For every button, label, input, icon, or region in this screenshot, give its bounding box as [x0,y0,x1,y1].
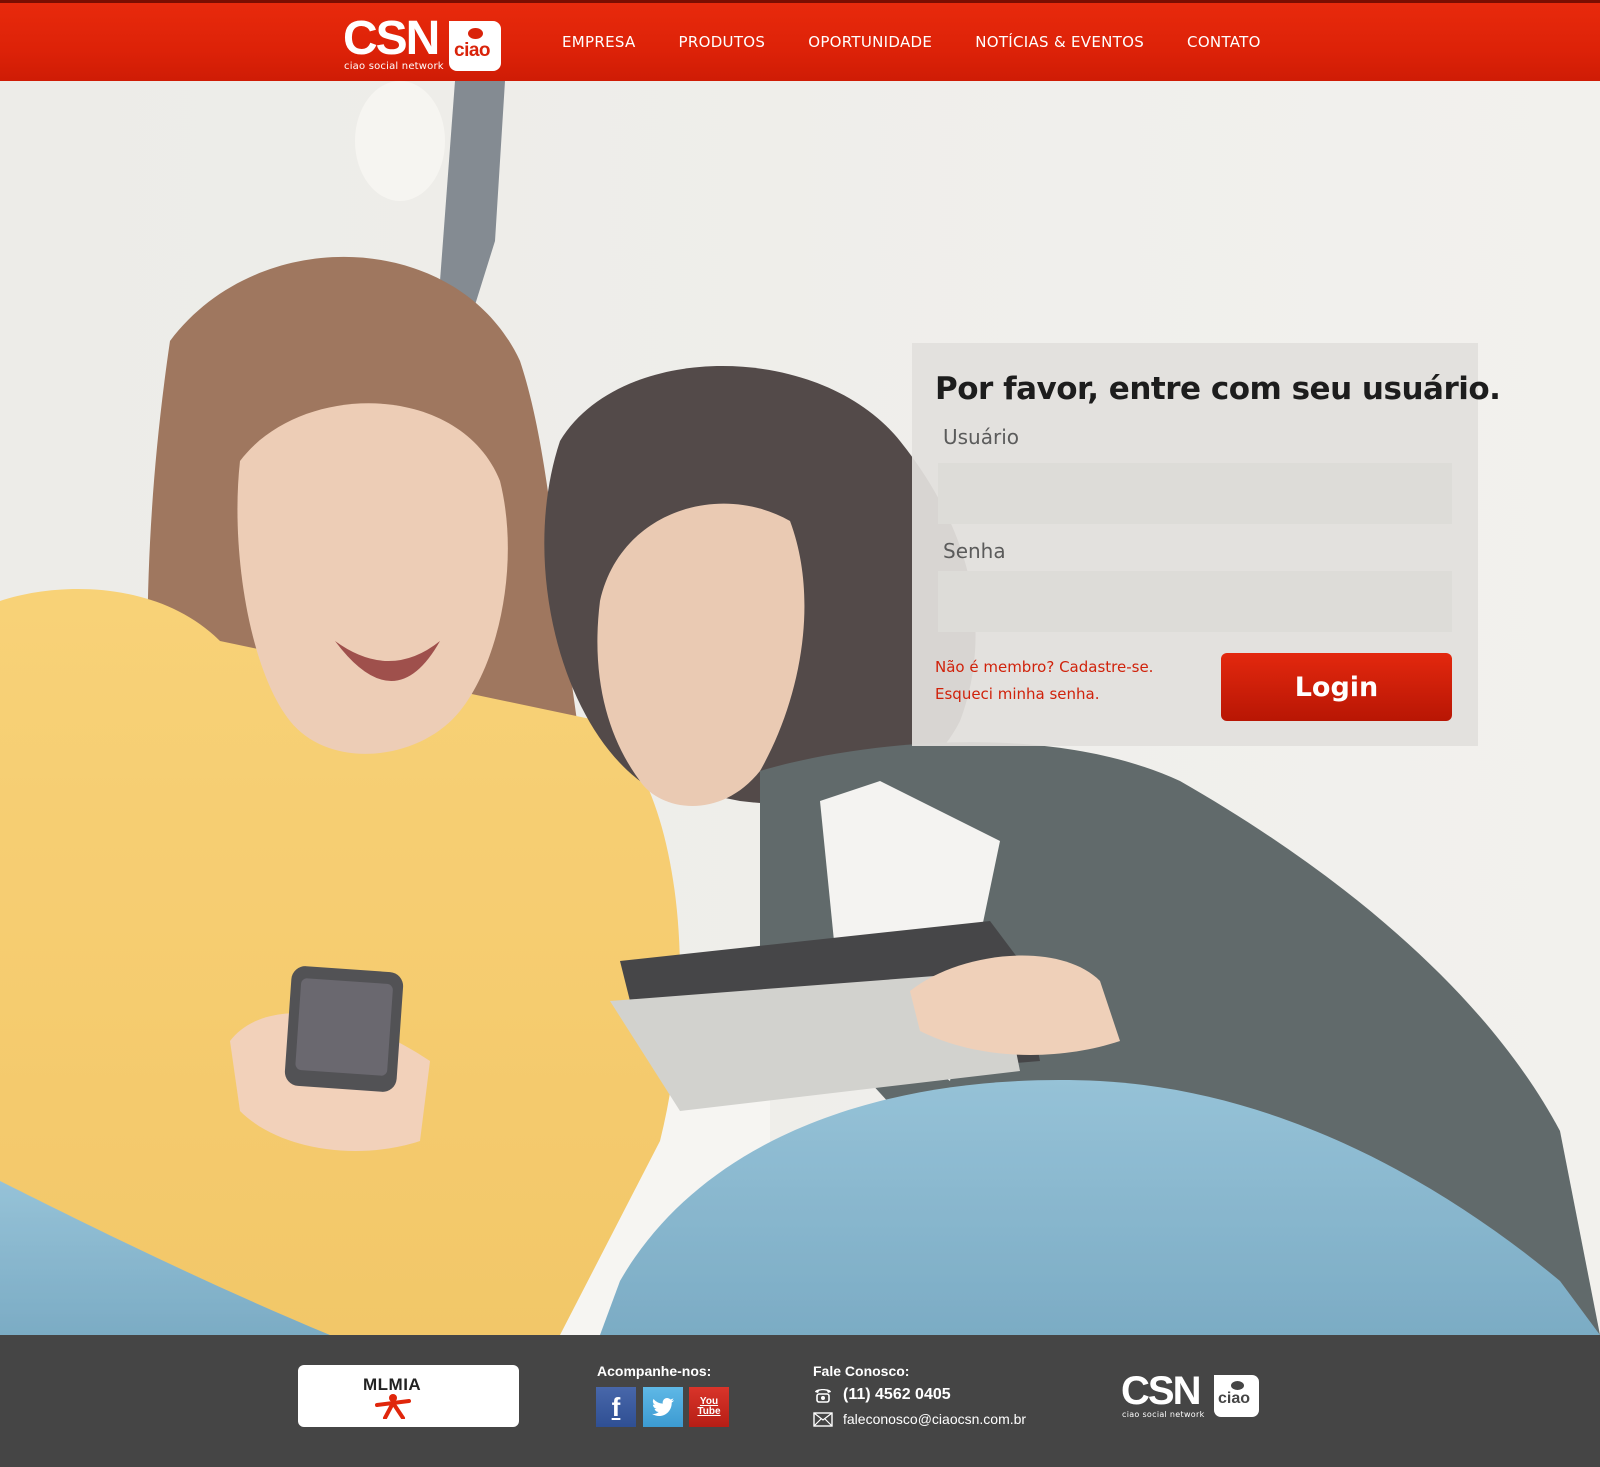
youtube-icon[interactable]: You Tube [689,1387,729,1427]
running-man-icon [375,1394,411,1419]
logo-tagline: ciao social network [344,61,444,72]
login-title: Por favor, entre com seu usuário. [935,371,1501,407]
twitter-bird-icon [652,1398,674,1416]
nav-produtos[interactable]: PRODUTOS [679,33,766,51]
username-label: Usuário [943,425,1020,449]
speech-bubble-icon [1231,1381,1244,1390]
nav-empresa[interactable]: EMPRESA [562,33,636,51]
nav-noticias-eventos[interactable]: NOTÍCIAS & EVENTOS [975,33,1144,51]
hero-section: Por favor, entre com seu usuário. Usuári… [0,81,1600,1335]
footer-ciao-badge: ciao [1214,1375,1259,1417]
signup-link[interactable]: Não é membro? Cadastre-se. [935,658,1153,676]
nav-oportunidade[interactable]: OPORTUNIDADE [808,33,932,51]
mlmia-partner-logo[interactable]: MLMIA [298,1365,519,1427]
footer-logo-text: CSN [1121,1369,1201,1413]
phone-contact: (11) 4562 0405 [813,1386,951,1404]
footer-ciao-badge-text: ciao [1218,1390,1251,1407]
site-header: CSN ciao ciao social network EMPRESA PRO… [0,0,1600,81]
speech-bubble-icon [468,28,483,39]
login-panel: Por favor, entre com seu usuário. Usuári… [912,343,1501,746]
follow-us-label: Acompanhe-nos: [597,1363,712,1379]
facebook-icon[interactable]: f [596,1387,636,1427]
email-link[interactable]: faleconosco@ciaocsn.com.br [843,1411,1026,1427]
footer-csn-logo[interactable]: CSN ciao ciao social network [1121,1369,1261,1421]
mail-icon [813,1411,833,1427]
phone-number: (11) 4562 0405 [843,1386,951,1403]
password-input[interactable] [938,571,1452,632]
password-label: Senha [943,539,1006,563]
login-button[interactable]: Login [1221,653,1452,721]
phone-icon [815,1389,831,1403]
site-footer: MLMIA Acompanhe-nos: f You Tube Fale Con… [0,1335,1600,1467]
partner-logo-text: MLMIA [363,1375,422,1394]
csn-logo[interactable]: CSN ciao ciao social network [343,13,501,73]
forgot-password-link[interactable]: Esqueci minha senha. [935,685,1100,703]
logo-text: CSN [343,12,440,65]
username-input[interactable] [938,463,1452,524]
twitter-icon[interactable] [643,1387,683,1427]
footer-logo-tagline: ciao social network [1122,1410,1205,1419]
main-nav: EMPRESA PRODUTOS OPORTUNIDADE NOTÍCIAS &… [562,33,1304,51]
email-contact: faleconosco@ciaocsn.com.br [813,1411,1026,1427]
ciao-badge: ciao [449,21,501,71]
contact-label: Fale Conosco: [813,1363,910,1379]
ciao-badge-text: ciao [454,40,491,61]
nav-contato[interactable]: CONTATO [1187,33,1261,51]
